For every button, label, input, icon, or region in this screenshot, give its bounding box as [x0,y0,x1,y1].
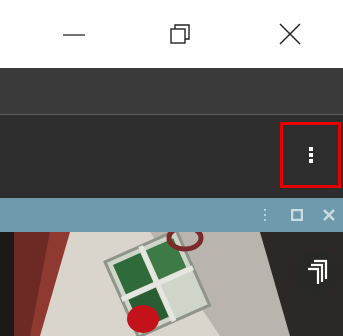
camera-feed-image [0,232,343,336]
panel-menu-button[interactable] [254,198,276,232]
minimize-button[interactable] [44,0,104,68]
minimize-icon [63,34,85,36]
maximize-icon [291,209,303,221]
app-header-band [0,68,343,115]
panel-header [0,198,343,232]
panel-maximize-button[interactable] [286,198,308,232]
panel-close-button[interactable] [318,198,340,232]
vertical-dots-icon [264,209,266,221]
close-button[interactable] [260,0,320,68]
restore-icon [170,24,190,44]
stacked-layers-icon [308,259,328,284]
close-icon [323,209,335,221]
restore-button[interactable] [150,0,210,68]
title-bar [0,0,343,68]
more-options-button[interactable] [280,122,341,188]
stack-view-button[interactable] [293,250,339,296]
kebab-menu-icon [308,147,313,163]
close-icon [279,23,301,45]
photo-scene [0,232,343,336]
